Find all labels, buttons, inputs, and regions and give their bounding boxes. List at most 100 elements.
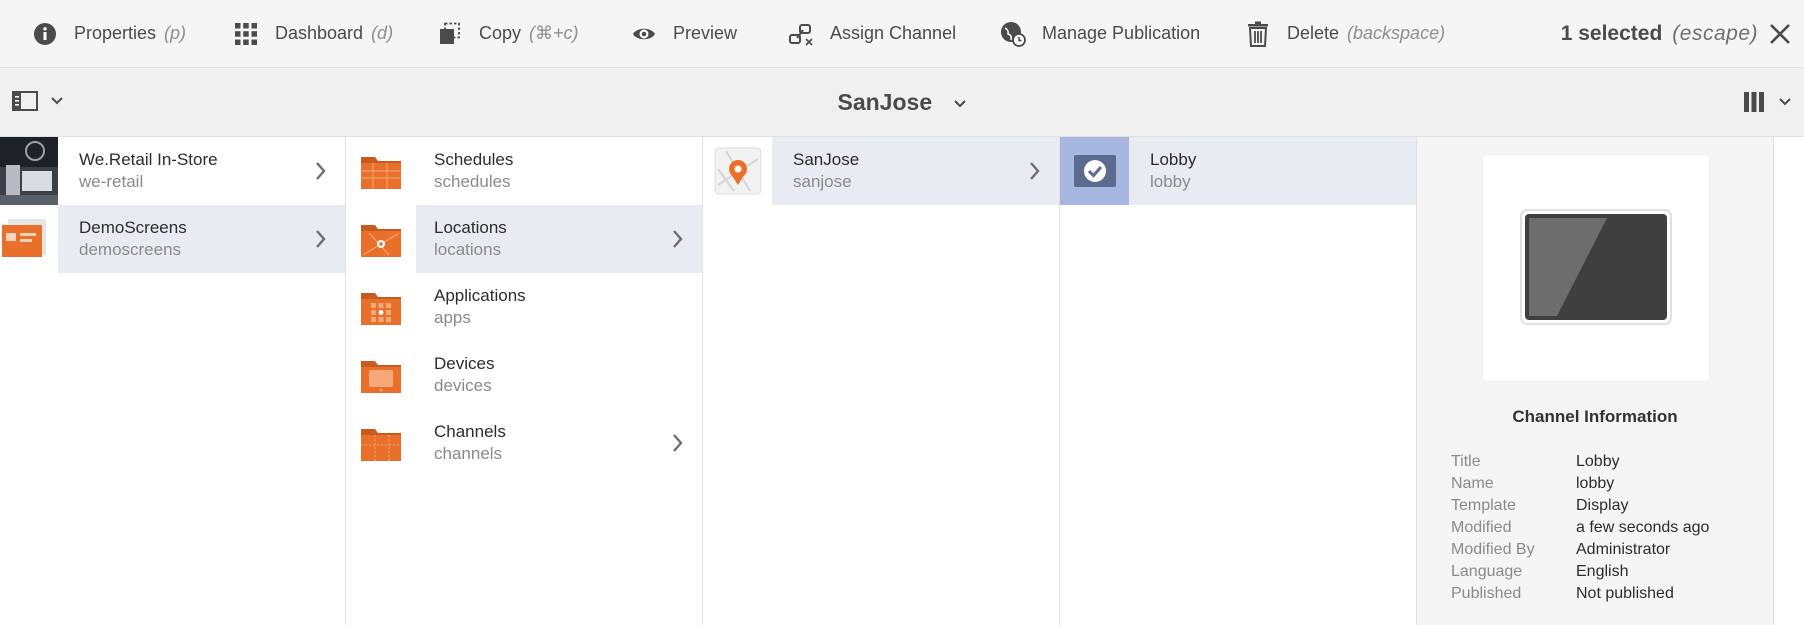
folder-schedules-icon bbox=[346, 137, 416, 205]
column-demoscreens: Schedules schedules Locations locations … bbox=[346, 137, 703, 625]
copy-button[interactable]: Copy (⌘+c) bbox=[437, 0, 579, 68]
page-title-text: SanJose bbox=[837, 89, 933, 115]
delete-button[interactable]: Delete (backspace) bbox=[1245, 0, 1445, 68]
properties-button[interactable]: Properties (p) bbox=[32, 0, 186, 68]
location-pin-icon bbox=[703, 137, 772, 205]
meta-value: Display bbox=[1576, 497, 1629, 514]
manage-publication-label: Manage Publication bbox=[1042, 23, 1201, 43]
list-item-we-retail[interactable]: We.Retail In-Store we-retail bbox=[0, 137, 345, 205]
dashboard-shortcut: (d) bbox=[371, 23, 394, 43]
list-item-locations[interactable]: Locations locations bbox=[346, 205, 702, 273]
view-switcher-button[interactable] bbox=[1742, 90, 1792, 114]
meta-value: English bbox=[1576, 563, 1629, 580]
trash-icon bbox=[1245, 21, 1271, 47]
meta-value: Lobby bbox=[1576, 453, 1620, 470]
dashboard-button[interactable]: Dashboard (d) bbox=[233, 0, 393, 68]
copy-label: Copy bbox=[479, 23, 522, 43]
channel-preview-card bbox=[1483, 155, 1709, 381]
meta-row-modified: Modified a few seconds ago bbox=[1451, 517, 1709, 539]
grid-icon bbox=[233, 21, 259, 47]
panel-heading: Channel Information bbox=[1512, 407, 1678, 426]
meta-value: Administrator bbox=[1576, 541, 1671, 558]
selected-checkmark-icon[interactable] bbox=[1060, 137, 1129, 205]
item-title: Devices bbox=[434, 354, 495, 373]
info-icon bbox=[32, 21, 58, 47]
item-subtitle: devices bbox=[434, 376, 492, 395]
meta-value: Not published bbox=[1576, 585, 1674, 602]
meta-key: Title bbox=[1451, 453, 1481, 470]
meta-row-name: Name lobby bbox=[1451, 473, 1709, 495]
assign-channel-button[interactable]: Assign Channel bbox=[788, 0, 956, 68]
list-item-applications[interactable]: Applications apps bbox=[346, 273, 702, 341]
delete-shortcut: (backspace) bbox=[1347, 23, 1446, 43]
properties-label: Properties bbox=[74, 23, 157, 43]
list-item-lobby[interactable]: Lobby lobby bbox=[1060, 137, 1416, 205]
item-subtitle: locations bbox=[434, 240, 502, 259]
meta-key: Name bbox=[1451, 475, 1494, 492]
item-subtitle: sanjose bbox=[793, 172, 852, 191]
item-subtitle: demoscreens bbox=[79, 240, 182, 259]
chevron-right-icon[interactable] bbox=[315, 161, 327, 181]
info-panel: Channel Information Title Lobby Name lobby… bbox=[1417, 137, 1774, 625]
meta-row-template: Template Display bbox=[1451, 495, 1709, 517]
item-subtitle: channels bbox=[434, 444, 503, 463]
demoscreens-thumbnail bbox=[0, 205, 58, 273]
metadata-list: Title Lobby Name lobby Template Display Mod… bbox=[1451, 451, 1709, 605]
chevron-right-icon[interactable] bbox=[672, 229, 684, 249]
item-title: Channels bbox=[434, 422, 506, 441]
meta-row-modified-by: Modified By Administrator bbox=[1451, 539, 1709, 561]
selection-status: 1 selected (escape) bbox=[1561, 0, 1758, 68]
selection-shortcut: (escape) bbox=[1672, 22, 1758, 45]
close-icon[interactable] bbox=[1766, 20, 1794, 48]
item-title: Schedules bbox=[434, 150, 514, 169]
preview-label: Preview bbox=[673, 23, 738, 43]
copy-shortcut: (⌘+c) bbox=[529, 23, 579, 43]
column-view-icon bbox=[1744, 92, 1764, 112]
list-item-sanjose[interactable]: SanJose sanjose bbox=[703, 137, 1059, 205]
action-bar: Properties (p) Dashboard (d) Copy (⌘+c) … bbox=[0, 0, 1804, 68]
item-title: Applications bbox=[434, 286, 526, 305]
folder-applications-icon bbox=[346, 273, 416, 341]
item-subtitle: apps bbox=[434, 308, 471, 327]
chevron-down-icon bbox=[953, 100, 966, 108]
folder-devices-icon bbox=[346, 341, 416, 409]
page-title[interactable]: SanJose bbox=[0, 89, 1804, 116]
manage-publication-button[interactable]: Manage Publication bbox=[1000, 0, 1200, 68]
column-sites: We.Retail In-Store we-retail DemoScreens… bbox=[0, 137, 346, 625]
chevron-right-icon[interactable] bbox=[315, 229, 327, 249]
title-bar: SanJose bbox=[0, 68, 1804, 137]
display-icon bbox=[1520, 209, 1672, 325]
selection-count: 1 selected bbox=[1560, 22, 1663, 45]
list-item-schedules[interactable]: Schedules schedules bbox=[346, 137, 702, 205]
meta-key: Language bbox=[1451, 563, 1523, 580]
preview-button[interactable]: Preview bbox=[631, 0, 737, 68]
list-item-devices[interactable]: Devices devices bbox=[346, 341, 702, 409]
meta-row-language: Language English bbox=[1451, 561, 1709, 583]
chevron-right-icon[interactable] bbox=[672, 433, 684, 453]
item-title: Locations bbox=[434, 218, 507, 237]
meta-value: a few seconds ago bbox=[1576, 519, 1710, 536]
chevron-right-icon[interactable] bbox=[1029, 161, 1041, 181]
meta-row-published: Published Not published bbox=[1451, 583, 1709, 605]
assign-channel-label: Assign Channel bbox=[830, 23, 957, 43]
link-icon bbox=[788, 21, 814, 47]
meta-key: Modified By bbox=[1451, 541, 1535, 558]
eye-icon bbox=[631, 21, 657, 47]
copy-icon bbox=[437, 21, 463, 47]
item-subtitle: schedules bbox=[434, 172, 511, 191]
meta-key: Modified bbox=[1451, 519, 1512, 536]
column-locations: SanJose sanjose bbox=[703, 137, 1060, 625]
list-item-channels[interactable]: Channels channels bbox=[346, 409, 702, 477]
meta-row-title: Title Lobby bbox=[1451, 451, 1709, 473]
chevron-down-icon bbox=[1779, 98, 1791, 106]
item-subtitle: lobby bbox=[1150, 172, 1191, 191]
globe-clock-icon bbox=[1000, 21, 1026, 47]
list-item-demoscreens[interactable]: DemoScreens demoscreens bbox=[0, 205, 345, 273]
meta-key: Template bbox=[1451, 497, 1516, 514]
empty-column bbox=[1774, 137, 1804, 625]
meta-key: Published bbox=[1451, 585, 1522, 602]
item-title: DemoScreens bbox=[79, 218, 187, 237]
meta-value: lobby bbox=[1576, 475, 1615, 492]
dashboard-label: Dashboard bbox=[275, 23, 364, 43]
folder-channels-icon bbox=[346, 409, 416, 477]
